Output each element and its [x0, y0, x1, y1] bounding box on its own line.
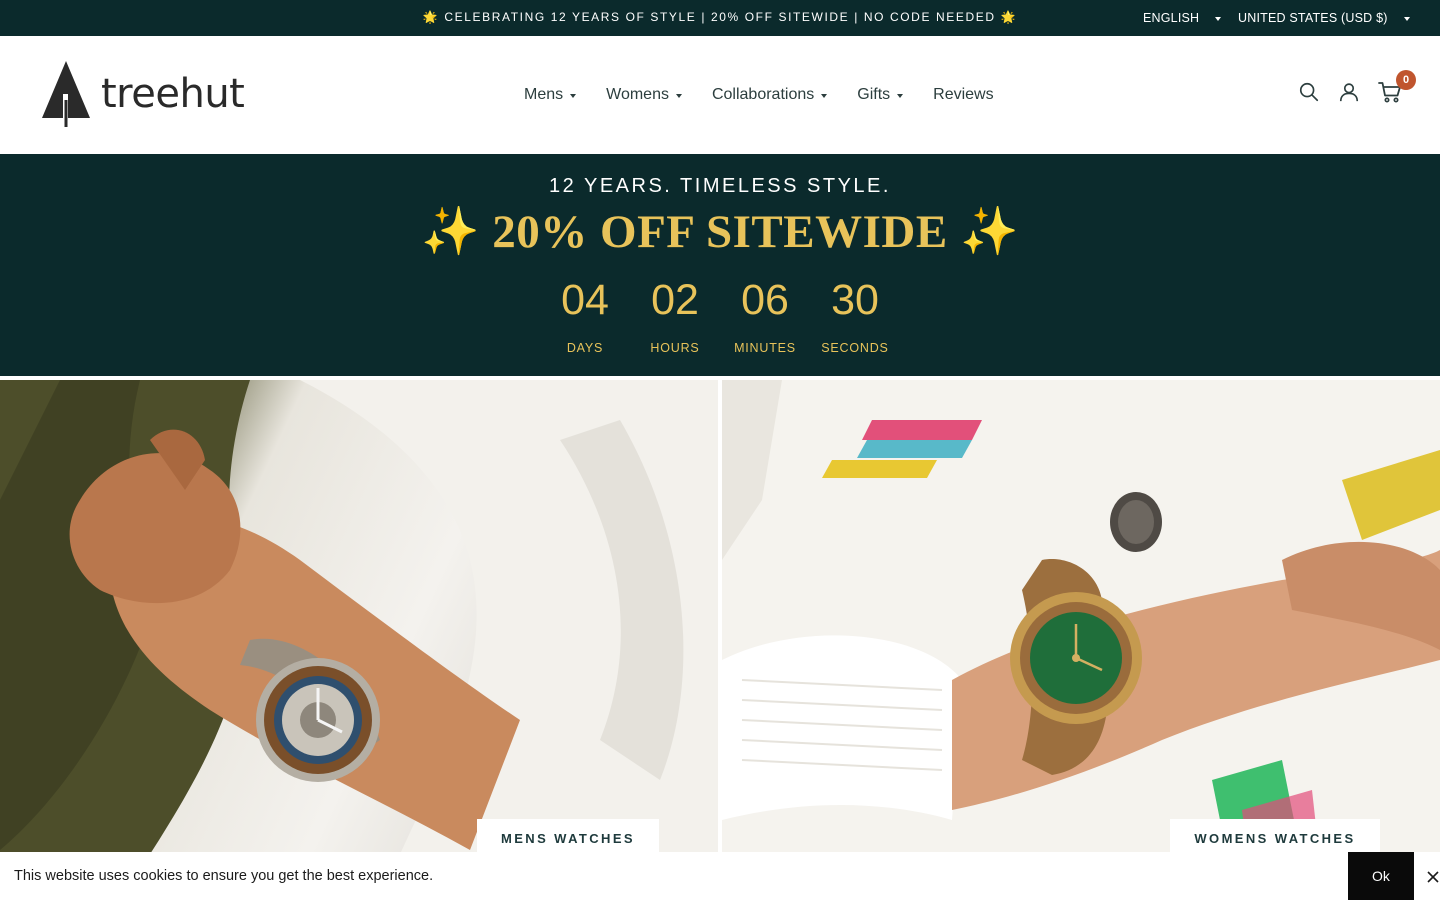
- nav-item-label: Reviews: [933, 86, 994, 103]
- chevron-down-icon: [1215, 16, 1222, 21]
- countdown-seconds: 30 SECONDS: [810, 275, 900, 355]
- tree-logo-icon: [42, 61, 90, 127]
- chevron-down-icon: [821, 93, 828, 98]
- logo-text: treehut: [101, 71, 245, 117]
- language-selector[interactable]: ENGLISH: [1143, 0, 1222, 36]
- star-icon: 🌟: [422, 10, 440, 24]
- nav-item-reviews[interactable]: Reviews: [933, 86, 993, 104]
- announcement-bar: 🌟 CELEBRATING 12 YEARS OF STYLE | 20% OF…: [0, 0, 1440, 36]
- cart-button[interactable]: 0: [1378, 70, 1416, 104]
- countdown-minutes: 06 MINUTES: [720, 275, 810, 355]
- promo-subtitle: 12 YEARS. TIMELESS STYLE.: [549, 175, 891, 197]
- nav-item-collaborations[interactable]: Collaborations: [711, 86, 828, 104]
- cookie-banner: This website uses cookies to ensure you …: [0, 852, 1440, 900]
- hero-womens-image[interactable]: WOMENS WATCHES: [722, 380, 1440, 900]
- header-actions: 0: [1298, 70, 1416, 104]
- countdown-days: 04 DAYS: [540, 275, 630, 355]
- nav-item-gifts[interactable]: Gifts: [857, 86, 904, 104]
- countdown-value: 30: [831, 276, 879, 324]
- chevron-down-icon: [570, 93, 577, 98]
- cookie-ok-button[interactable]: Ok: [1348, 852, 1414, 900]
- nav-item-mens[interactable]: Mens: [524, 86, 577, 104]
- cookie-message: This website uses cookies to ensure you …: [14, 868, 434, 884]
- countdown-value: 04: [561, 276, 609, 324]
- nav-item-label: Womens: [606, 86, 669, 103]
- main-nav: Mens Womens Collaborations Gifts Reviews: [524, 36, 1024, 154]
- announcement-message: CELEBRATING 12 YEARS OF STYLE | 20% OFF …: [444, 10, 996, 24]
- hero-mens-image[interactable]: MENS WATCHES: [0, 380, 718, 900]
- nav-item-label: Gifts: [857, 86, 891, 103]
- countdown-hours: 02 HOURS: [630, 275, 720, 355]
- star-icon: 🌟: [1000, 10, 1018, 24]
- cart-count-badge: 0: [1396, 70, 1416, 90]
- countdown-label: DAYS: [566, 341, 604, 355]
- currency-selector[interactable]: UNITED STATES (USD $): [1238, 0, 1410, 36]
- search-icon[interactable]: [1298, 81, 1320, 103]
- promo-title: ✨ 20% OFF SITEWIDE ✨: [421, 206, 1019, 258]
- promo-banner: 12 YEARS. TIMELESS STYLE. ✨ 20% OFF SITE…: [0, 154, 1440, 376]
- countdown-value: 06: [741, 276, 789, 324]
- language-label: ENGLISH: [1143, 11, 1200, 25]
- countdown-label: HOURS: [650, 341, 700, 355]
- countdown-timer: 04 DAYS 02 HOURS 06 MINUTES 30 SECONDS: [540, 275, 900, 355]
- countdown-label: SECONDS: [821, 341, 889, 355]
- logo[interactable]: treehut: [40, 59, 255, 129]
- account-icon[interactable]: [1338, 81, 1360, 103]
- announcement-text: 🌟 CELEBRATING 12 YEARS OF STYLE | 20% OF…: [0, 0, 1440, 36]
- nav-item-label: Mens: [524, 86, 564, 103]
- countdown-value: 02: [651, 276, 699, 324]
- nav-item-label: Collaborations: [711, 86, 815, 103]
- close-icon[interactable]: [1424, 868, 1440, 884]
- currency-label: UNITED STATES (USD $): [1238, 11, 1388, 25]
- nav-item-womens[interactable]: Womens: [606, 86, 682, 104]
- chevron-down-icon: [675, 93, 682, 98]
- site-header: treehut Mens Womens Collaborations Gifts…: [0, 36, 1440, 154]
- chevron-down-icon: [1403, 16, 1410, 21]
- countdown-label: MINUTES: [734, 341, 796, 355]
- chevron-down-icon: [897, 93, 904, 98]
